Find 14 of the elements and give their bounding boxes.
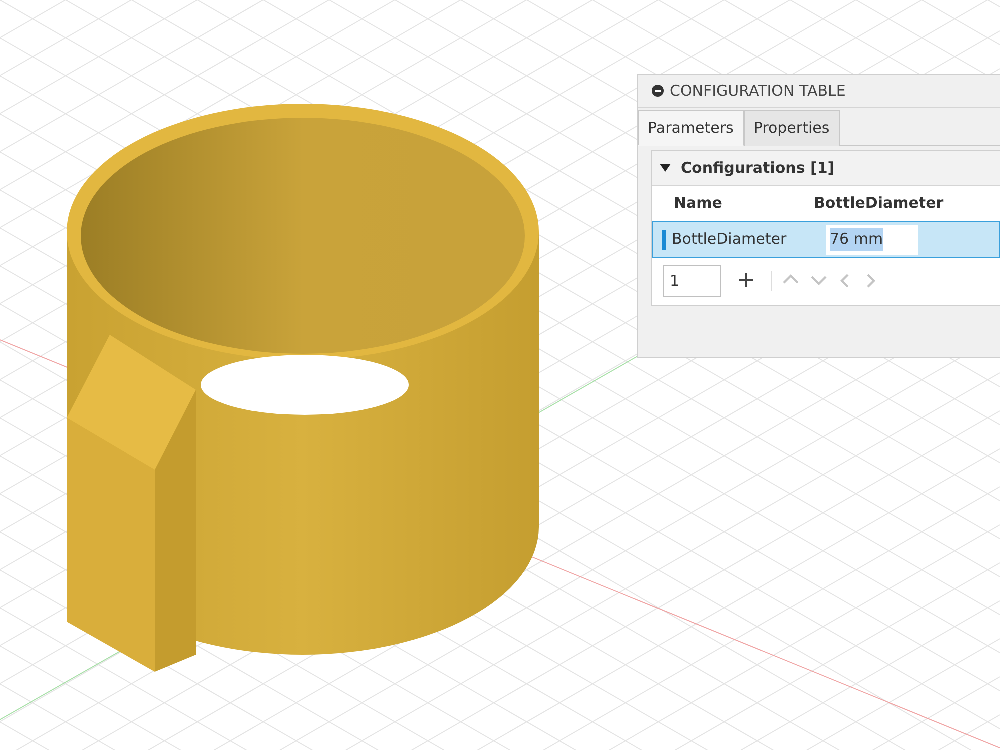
- collapse-icon[interactable]: [652, 85, 664, 97]
- table-row[interactable]: BottleDiameter 76 mm: [652, 221, 1000, 258]
- tab[interactable]: Properties: [744, 110, 840, 146]
- row-marker: [662, 230, 666, 250]
- count-field[interactable]: 1: [663, 265, 721, 297]
- expand-icon[interactable]: [660, 163, 671, 173]
- section-title: Configurations [1]: [681, 158, 835, 179]
- value-field[interactable]: 76 mm: [826, 224, 918, 254]
- table-cell-text: BottleDiameter: [672, 229, 788, 250]
- tab[interactable]: Parameters: [638, 110, 744, 146]
- column-header: Name: [673, 193, 724, 214]
- add-button[interactable]: +: [731, 270, 762, 292]
- column-header: BottleDiameter: [814, 193, 944, 214]
- panel-title: CONFIGURATION TABLE: [670, 80, 846, 102]
